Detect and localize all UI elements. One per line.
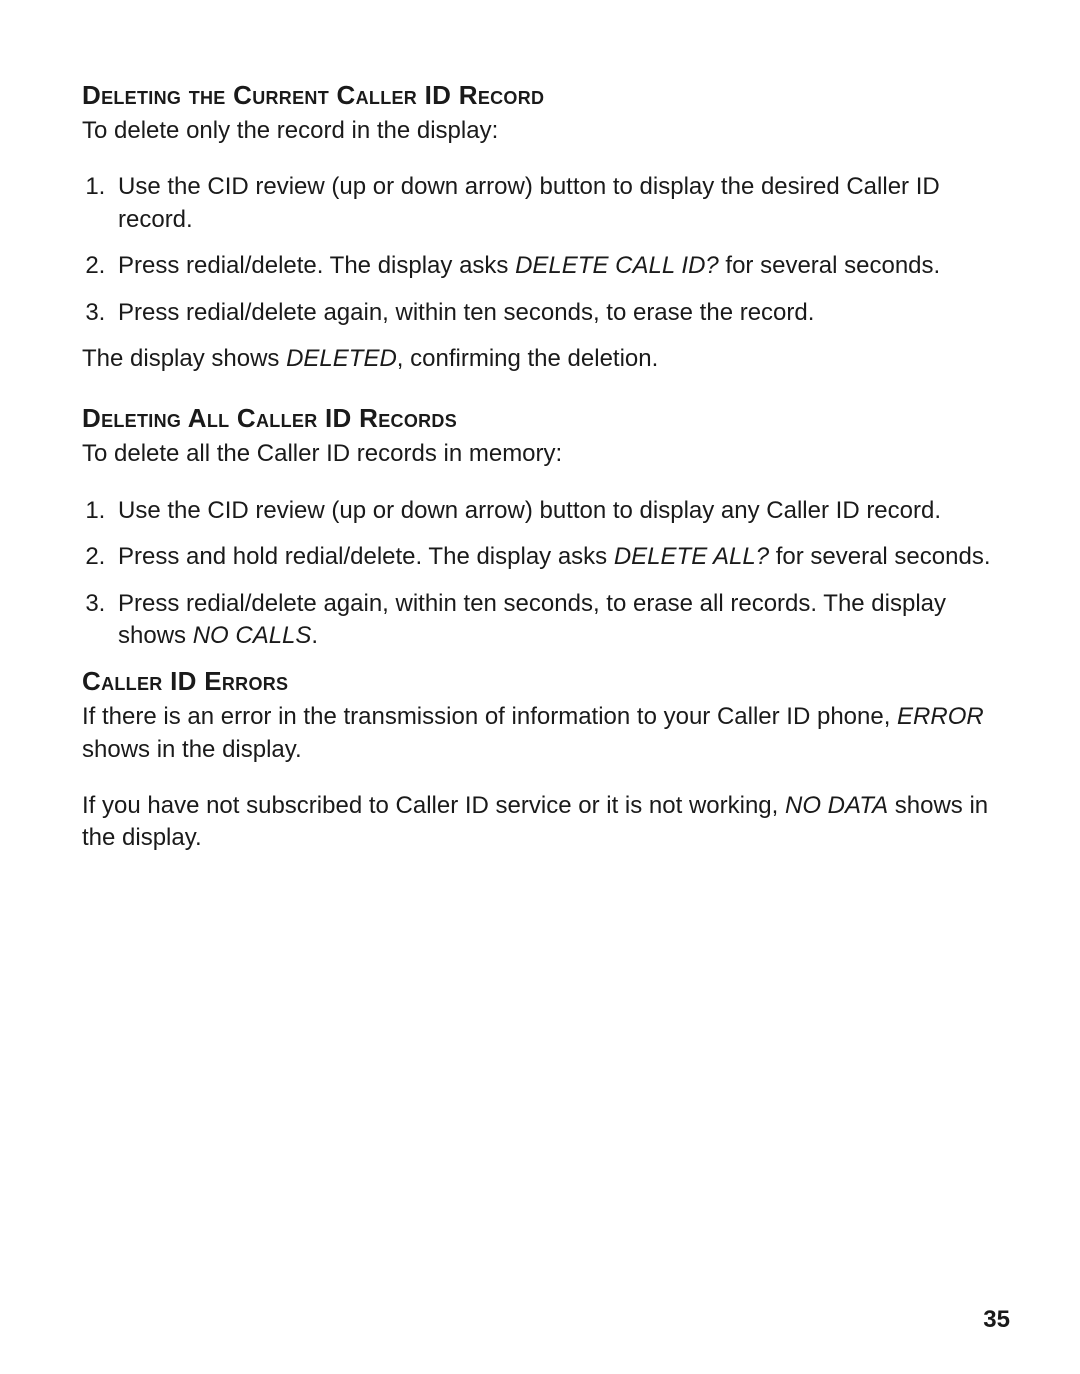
list-item: Press redial/delete again, within ten se… (112, 588, 1010, 653)
list-item: Use the CID review (up or down arrow) bu… (112, 171, 1010, 236)
section-paragraph: If there is an error in the transmission… (82, 701, 1010, 766)
section-intro: To delete all the Caller ID records in m… (82, 438, 1010, 470)
italic-term: NO DATA (785, 792, 888, 819)
section-paragraph: If you have not subscribed to Caller ID … (82, 790, 1010, 855)
list-item: Press and hold redial/delete. The displa… (112, 541, 1010, 573)
list-item: Use the CID review (up or down arrow) bu… (112, 495, 1010, 527)
list-item: Press redial/delete. The display asks DE… (112, 250, 1010, 282)
section-heading: Caller ID Errors (82, 666, 1010, 697)
page-number: 35 (983, 1306, 1010, 1334)
section-heading: Deleting All Caller ID Records (82, 403, 1010, 434)
section-note: The display shows DELETED, confirming th… (82, 343, 1010, 375)
step-list: Use the CID review (up or down arrow) bu… (82, 171, 1010, 329)
section-heading: Deleting the Current Caller ID Record (82, 80, 1010, 111)
italic-term: ERROR (897, 703, 984, 730)
section-intro: To delete only the record in the display… (82, 115, 1010, 147)
italic-term: DELETED (286, 345, 397, 372)
manual-page: Deleting the Current Caller ID Record To… (0, 0, 1080, 1374)
italic-term: DELETE CALL ID? (515, 252, 719, 279)
step-list: Use the CID review (up or down arrow) bu… (82, 495, 1010, 653)
italic-term: DELETE ALL? (614, 543, 769, 570)
list-item: Press redial/delete again, within ten se… (112, 297, 1010, 329)
italic-term: NO CALLS (193, 622, 312, 649)
